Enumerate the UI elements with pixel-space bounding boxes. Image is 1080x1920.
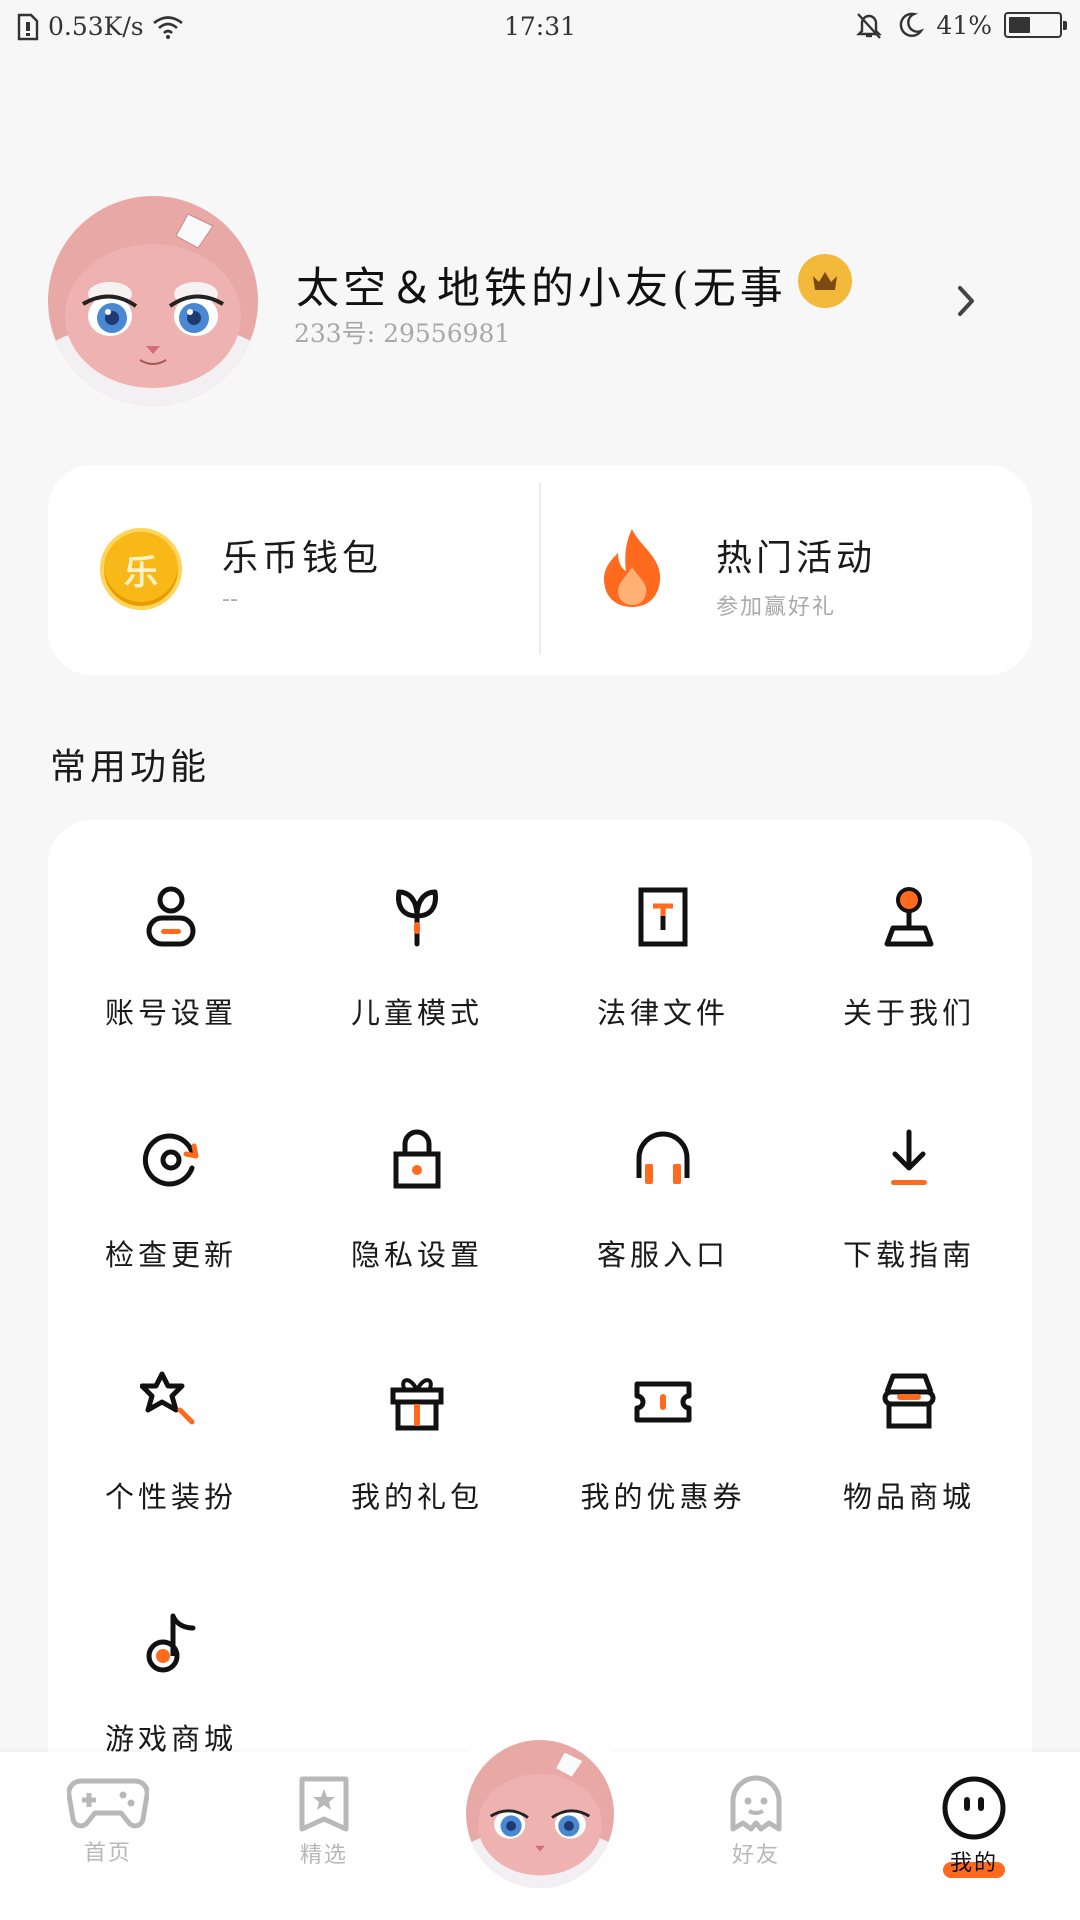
func-about-us[interactable]: 关于我们 [786,820,1032,1030]
card-divider [539,483,541,655]
ghost-icon [730,1775,782,1832]
battery-icon [1004,12,1067,38]
func-label: 物品商城 [842,1480,975,1514]
crown-icon [813,272,837,290]
chevron-right-icon[interactable] [956,284,978,318]
music-note-icon [146,1613,196,1673]
nav-mine-label: 我的 [949,1851,998,1876]
download-icon [891,1129,927,1185]
nav-friends[interactable]: 好友 [686,1775,826,1869]
refresh-icon [142,1133,199,1187]
func-game-mall[interactable]: 游戏商城 [48,1546,294,1756]
coin-icon[interactable]: 乐 [100,528,182,610]
func-label: 法律文件 [596,996,729,1030]
func-label: 账号设置 [104,996,237,1030]
func-my-coupons[interactable]: 我的优惠券 [540,1304,786,1514]
func-customer-service[interactable]: 客服入口 [540,1062,786,1272]
flame-icon[interactable] [596,527,668,609]
coin-glyph: 乐 [124,552,158,593]
nav-home-label: 首页 [83,1841,132,1866]
func-item-mall[interactable]: 物品商城 [786,1304,1032,1514]
avatar[interactable] [48,196,258,406]
func-label: 客服入口 [596,1238,729,1272]
vip-crown-badge[interactable] [798,254,852,308]
gift-icon [390,1378,444,1431]
func-download-guide[interactable]: 下载指南 [786,1062,1032,1272]
func-kids-mode[interactable]: 儿童模式 [294,820,540,1030]
activity-title[interactable]: 热门活动 [716,529,876,581]
nav-featured[interactable]: 精选 [254,1775,394,1869]
ticket-icon [634,1381,692,1423]
profile-name[interactable]: 太空＆地铁的小友(无事 [296,254,787,316]
nav-center-avatar-button[interactable] [466,1740,614,1888]
star-bookmark-icon [299,1776,349,1832]
wallet-activity-card: 乐 乐币钱包 -- 热门活动 参加赢好礼 [48,465,1032,675]
func-label: 关于我们 [842,996,975,1030]
wallet-title[interactable]: 乐币钱包 [222,529,382,581]
smiley-face-icon [942,1776,1006,1840]
battery-percent: 41% [936,10,992,40]
func-label: 个性装扮 [104,1480,237,1514]
activity-subtitle: 参加赢好礼 [716,595,837,620]
bell-muted-icon [856,13,883,39]
func-my-gift-pack[interactable]: 我的礼包 [294,1304,540,1514]
joystick-pin-icon [884,887,934,947]
status-bar: 0.53K/s 17:31 41% [0,0,1080,56]
func-label: 下载指南 [842,1238,975,1272]
lock-icon [393,1129,441,1189]
func-privacy-settings[interactable]: 隐私设置 [294,1062,540,1272]
magic-wand-icon [140,1371,195,1425]
func-label: 儿童模式 [350,996,483,1030]
profile-id: 233号: 29556981 [294,319,511,348]
user-icon [146,886,196,947]
section-title: 常用功能 [50,747,211,788]
func-legal-documents[interactable]: 法律文件 [540,820,786,1030]
document-icon [638,887,688,947]
nav-friends-label: 好友 [731,1843,780,1868]
headset-icon [636,1131,690,1184]
shop-icon [882,1373,936,1429]
func-check-update[interactable]: 检查更新 [48,1062,294,1272]
moon-icon [900,12,925,37]
battery-fill [1009,17,1030,33]
wallet-balance: -- [222,587,238,612]
func-label: 隐私设置 [350,1238,483,1272]
nav-featured-label: 精选 [299,1843,348,1868]
func-personal-dressup[interactable]: 个性装扮 [48,1304,294,1514]
nav-mine[interactable]: 我的 [904,1775,1044,1877]
func-label: 我的优惠券 [580,1480,746,1514]
gamepad-icon [67,1778,149,1829]
func-label: 检查更新 [104,1238,237,1272]
func-label: 我的礼包 [350,1480,483,1514]
func-account-settings[interactable]: 账号设置 [48,820,294,1030]
sprout-icon [396,889,438,947]
nav-home[interactable]: 首页 [38,1775,178,1867]
